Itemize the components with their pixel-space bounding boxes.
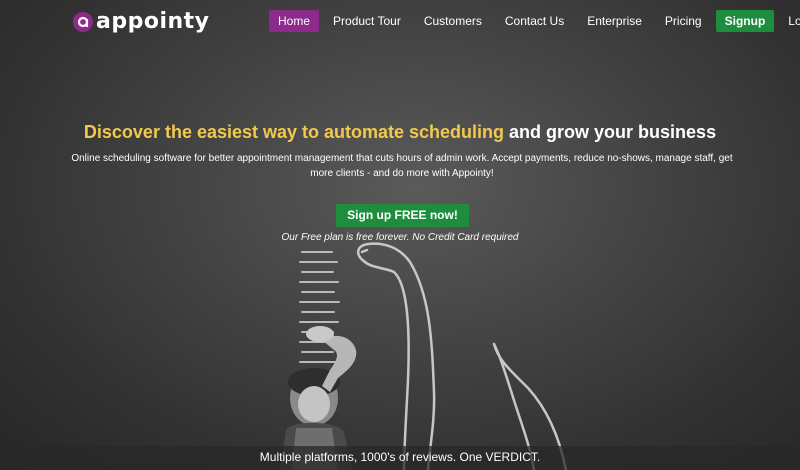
nav-enterprise[interactable]: Enterprise: [578, 10, 651, 32]
free-plan-note: Our Free plan is free forever. No Credit…: [281, 232, 519, 243]
top-navigation-bar: appointy Home Product Tour Customers Con…: [0, 0, 800, 42]
main-nav: Home Product Tour Customers Contact Us E…: [269, 10, 800, 32]
headline-rest: and grow your business: [504, 122, 717, 142]
nav-pricing[interactable]: Pricing: [656, 10, 711, 32]
signup-free-button[interactable]: Sign up FREE now!: [336, 204, 469, 227]
logo-mark-icon: [73, 11, 93, 32]
nav-home[interactable]: Home: [269, 10, 320, 32]
bottom-banner: Multiple platforms, 1000's of reviews. O…: [0, 446, 800, 470]
nav-contact-us[interactable]: Contact Us: [496, 10, 573, 32]
hero-subtext: Online scheduling software for better ap…: [71, 153, 733, 179]
hero-headline: Discover the easiest way to automate sch…: [0, 122, 800, 143]
logo-text: appointy: [96, 9, 210, 34]
nav-product-tour[interactable]: Product Tour: [324, 10, 410, 32]
bottom-banner-text: Multiple platforms, 1000's of reviews. O…: [259, 450, 541, 464]
nav-customers[interactable]: Customers: [415, 10, 491, 32]
nav-login[interactable]: Login: [779, 10, 800, 32]
appointy-logo[interactable]: appointy: [73, 9, 210, 34]
nav-signup-button[interactable]: Signup: [715, 10, 775, 32]
headline-highlight: Discover the easiest way to automate sch…: [83, 122, 505, 142]
